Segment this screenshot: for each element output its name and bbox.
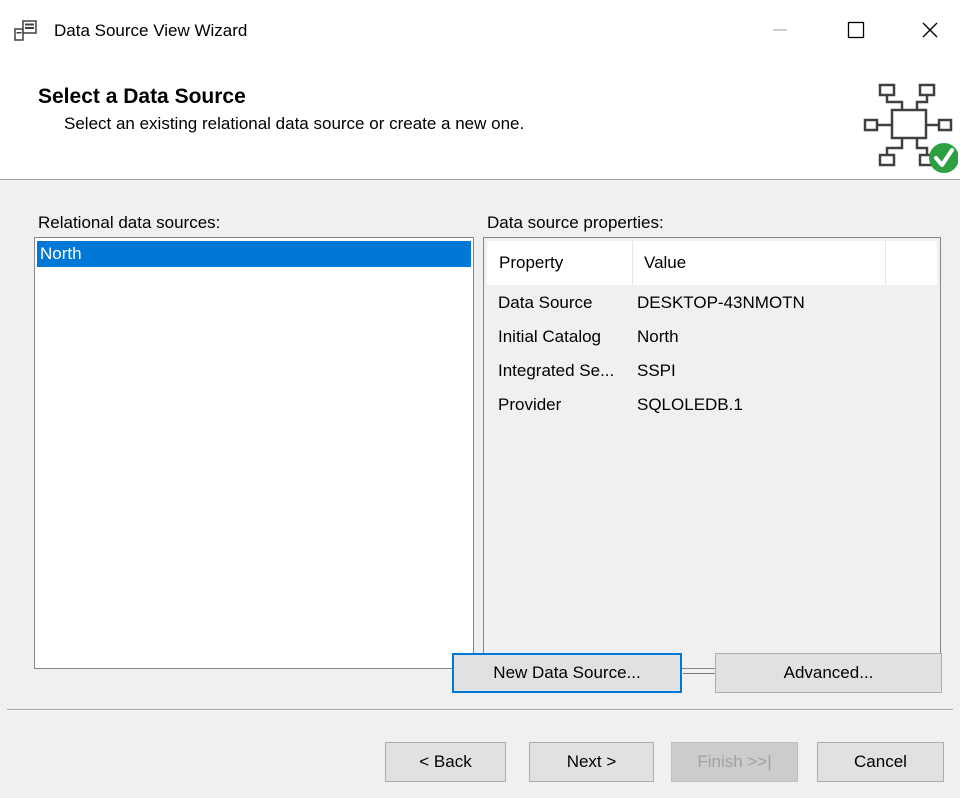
window-title: Data Source View Wizard	[54, 21, 248, 40]
relational-sources-label: Relational data sources:	[38, 213, 221, 232]
column-header-value[interactable]: Value	[644, 252, 686, 274]
close-icon	[922, 22, 938, 38]
property-name: Initial Catalog	[498, 327, 602, 346]
maximize-button[interactable]	[826, 0, 886, 60]
finish-button: Finish >>|	[671, 742, 798, 782]
table-row[interactable]: Provider SQLOLEDB.1	[484, 388, 934, 422]
minimize-icon	[773, 29, 787, 31]
wizard-header: Select a Data Source Select an existing …	[0, 60, 960, 180]
property-value: SSPI	[637, 361, 676, 380]
property-name: Provider	[498, 395, 562, 414]
advanced-button[interactable]: Advanced...	[715, 653, 942, 693]
property-name: Integrated Se...	[498, 361, 615, 380]
new-data-source-button[interactable]: New Data Source...	[452, 653, 682, 693]
table-row[interactable]: Initial Catalog North	[484, 320, 934, 354]
close-button[interactable]	[900, 0, 960, 60]
property-name: Data Source	[498, 293, 593, 312]
cancel-button[interactable]: Cancel	[817, 742, 944, 782]
wizard-window: Data Source View Wizard Select a Data So…	[0, 0, 960, 798]
property-value: North	[637, 327, 679, 346]
title-bar: Data Source View Wizard	[0, 0, 960, 60]
minimize-button[interactable]	[750, 0, 810, 60]
properties-list[interactable]: Property Value Data Source DESKTOP-43NMO…	[483, 237, 941, 669]
properties-label: Data source properties:	[487, 213, 664, 232]
column-divider[interactable]	[885, 241, 886, 285]
properties-header: Property Value	[487, 241, 937, 285]
divider	[683, 673, 715, 674]
page-subtitle: Select an existing relational data sourc…	[64, 114, 525, 133]
table-row[interactable]: Data Source DESKTOP-43NMOTN	[484, 286, 934, 320]
property-value: SQLOLEDB.1	[637, 395, 743, 414]
data-source-network-icon	[862, 82, 959, 178]
wizard-app-icon	[14, 20, 38, 42]
table-row[interactable]: Integrated Se... SSPI	[484, 354, 934, 388]
property-value: DESKTOP-43NMOTN	[637, 293, 805, 312]
maximize-icon	[847, 21, 865, 39]
column-divider[interactable]	[632, 241, 633, 285]
next-button[interactable]: Next >	[529, 742, 654, 782]
relational-sources-list[interactable]: North	[34, 237, 474, 669]
footer-separator	[7, 709, 953, 711]
list-item[interactable]: North	[37, 241, 471, 267]
page-title: Select a Data Source	[38, 85, 246, 108]
back-button[interactable]: < Back	[385, 742, 506, 782]
column-header-property[interactable]: Property	[499, 252, 563, 274]
